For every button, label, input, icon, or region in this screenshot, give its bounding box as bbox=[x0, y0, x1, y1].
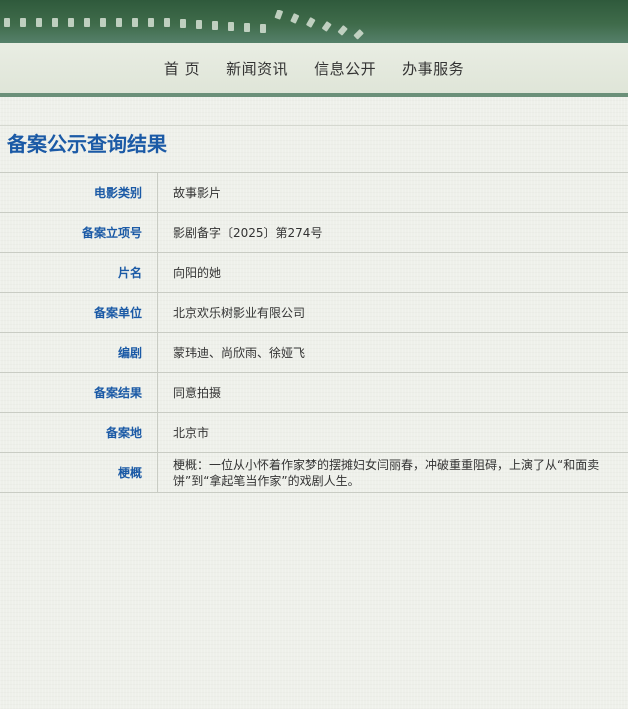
nav-item-services[interactable]: 办事服务 bbox=[402, 58, 464, 79]
row-label: 梗概 bbox=[0, 453, 158, 492]
row-value: 北京市 bbox=[173, 426, 210, 440]
row-value: 梗概：一位从小怀着作家梦的摆摊妇女闫丽春，冲破重重阻碍，上演了从“和面卖饼”到“… bbox=[158, 453, 628, 492]
nav-item-home[interactable]: 首 页 bbox=[164, 58, 200, 79]
top-banner bbox=[0, 0, 628, 43]
row-value: 北京欢乐树影业有限公司 bbox=[173, 306, 306, 320]
row-label: 备案结果 bbox=[0, 373, 158, 412]
row-label: 备案地 bbox=[0, 413, 158, 452]
table-row-filing-company: 备案单位 北京欢乐树影业有限公司 bbox=[0, 293, 628, 333]
row-label: 电影类别 bbox=[0, 173, 158, 212]
row-value: 向阳的她 bbox=[173, 266, 222, 280]
row-label: 片名 bbox=[0, 253, 158, 292]
table-row-filing-number: 备案立项号 影剧备字〔2025〕第274号 bbox=[0, 213, 628, 253]
row-label: 编剧 bbox=[0, 333, 158, 372]
page-title: 备案公示查询结果 bbox=[7, 132, 167, 156]
row-value: 故事影片 bbox=[173, 186, 222, 200]
row-value: 影剧备字〔2025〕第274号 bbox=[173, 226, 323, 240]
record-table: 电影类别 故事影片 备案立项号 影剧备字〔2025〕第274号 片名 向阳的她 … bbox=[0, 173, 628, 493]
title-rule-top bbox=[0, 125, 628, 126]
synopsis-text: 梗概：一位从小怀着作家梦的摆摊妇女闫丽春，冲破重重阻碍，上演了从“和面卖饼”到“… bbox=[173, 457, 600, 488]
nav-divider bbox=[0, 93, 628, 97]
row-value: 同意拍摄 bbox=[173, 386, 222, 400]
row-label: 备案单位 bbox=[0, 293, 158, 332]
table-row-filing-result: 备案结果 同意拍摄 bbox=[0, 373, 628, 413]
table-row-film-category: 电影类别 故事影片 bbox=[0, 173, 628, 213]
row-label: 备案立项号 bbox=[0, 213, 158, 252]
film-strip-decoration bbox=[0, 10, 628, 40]
table-row-filing-location: 备案地 北京市 bbox=[0, 413, 628, 453]
nav-item-news[interactable]: 新闻资讯 bbox=[226, 58, 288, 79]
table-row-film-title: 片名 向阳的她 bbox=[0, 253, 628, 293]
table-row-synopsis: 梗概 梗概：一位从小怀着作家梦的摆摊妇女闫丽春，冲破重重阻碍，上演了从“和面卖饼… bbox=[0, 453, 628, 493]
table-row-screenwriters: 编剧 蒙玮迪、尚欣雨、徐娅飞 bbox=[0, 333, 628, 373]
row-value: 蒙玮迪、尚欣雨、徐娅飞 bbox=[173, 346, 306, 360]
nav-item-info-disclosure[interactable]: 信息公开 bbox=[314, 58, 376, 79]
main-nav: 首 页 新闻资讯 信息公开 办事服务 bbox=[0, 43, 628, 93]
